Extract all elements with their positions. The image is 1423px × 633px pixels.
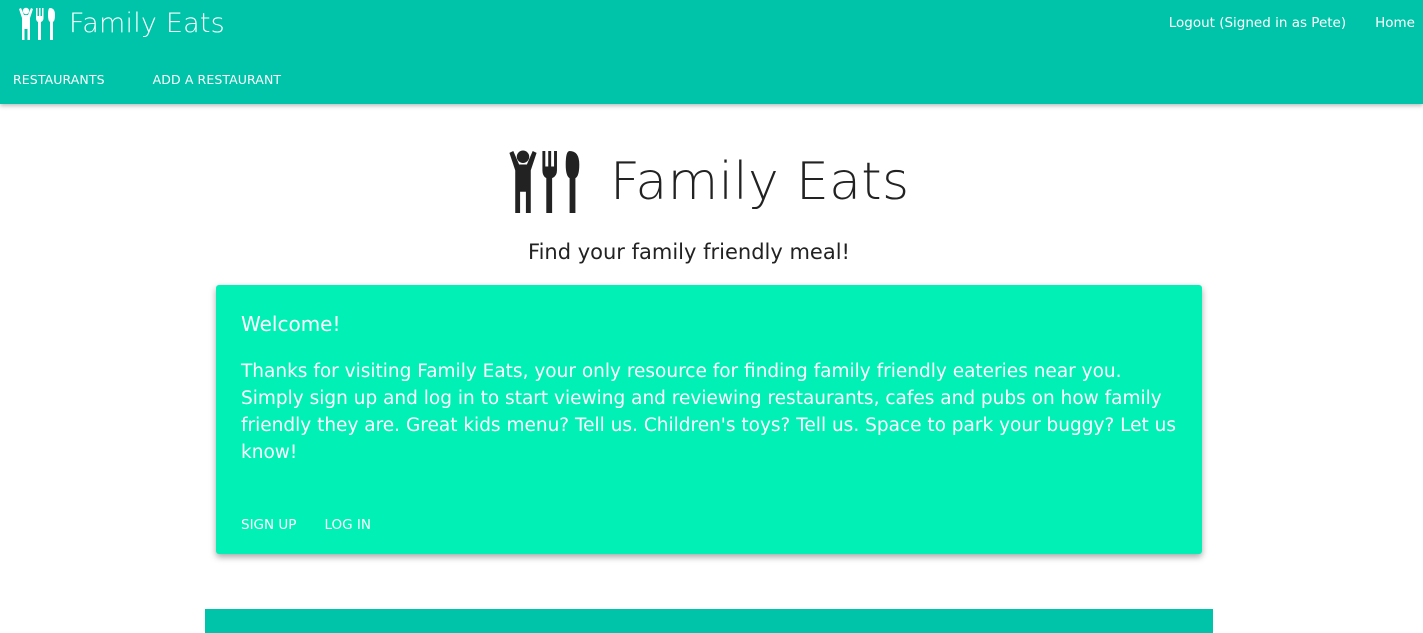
- hero-logo: Family Eats: [506, 147, 909, 217]
- hero-title: Family Eats: [610, 152, 910, 212]
- home-link[interactable]: Home: [1375, 15, 1415, 31]
- brand-logo-link[interactable]: Family Eats: [18, 6, 225, 42]
- welcome-card: Welcome! Thanks for visiting Family Eats…: [216, 285, 1202, 554]
- nav-item-add-restaurant[interactable]: ADD A RESTAURANT: [153, 72, 282, 87]
- top-right-links: Logout (Signed in as Pete) Home: [1169, 15, 1415, 31]
- hero-tagline: Find your family friendly meal!: [528, 240, 850, 264]
- welcome-card-title: Welcome!: [241, 312, 341, 336]
- family-cutlery-logo-icon: [506, 149, 606, 215]
- footer-strip: [205, 609, 1213, 633]
- sign-up-button[interactable]: SIGN UP: [241, 517, 296, 533]
- nav-item-restaurants[interactable]: RESTAURANTS: [13, 72, 105, 87]
- welcome-card-actions: SIGN UP LOG IN: [241, 517, 371, 533]
- brand-name: Family Eats: [69, 8, 225, 39]
- family-cutlery-logo-icon: [18, 7, 68, 41]
- logout-link[interactable]: Logout (Signed in as Pete): [1169, 15, 1346, 31]
- main-nav: RESTAURANTS ADD A RESTAURANT: [13, 72, 281, 87]
- welcome-card-body: Thanks for visiting Family Eats, your on…: [241, 361, 1177, 463]
- top-navbar: Family Eats Logout (Signed in as Pete) H…: [0, 0, 1423, 104]
- log-in-button[interactable]: LOG IN: [324, 517, 371, 533]
